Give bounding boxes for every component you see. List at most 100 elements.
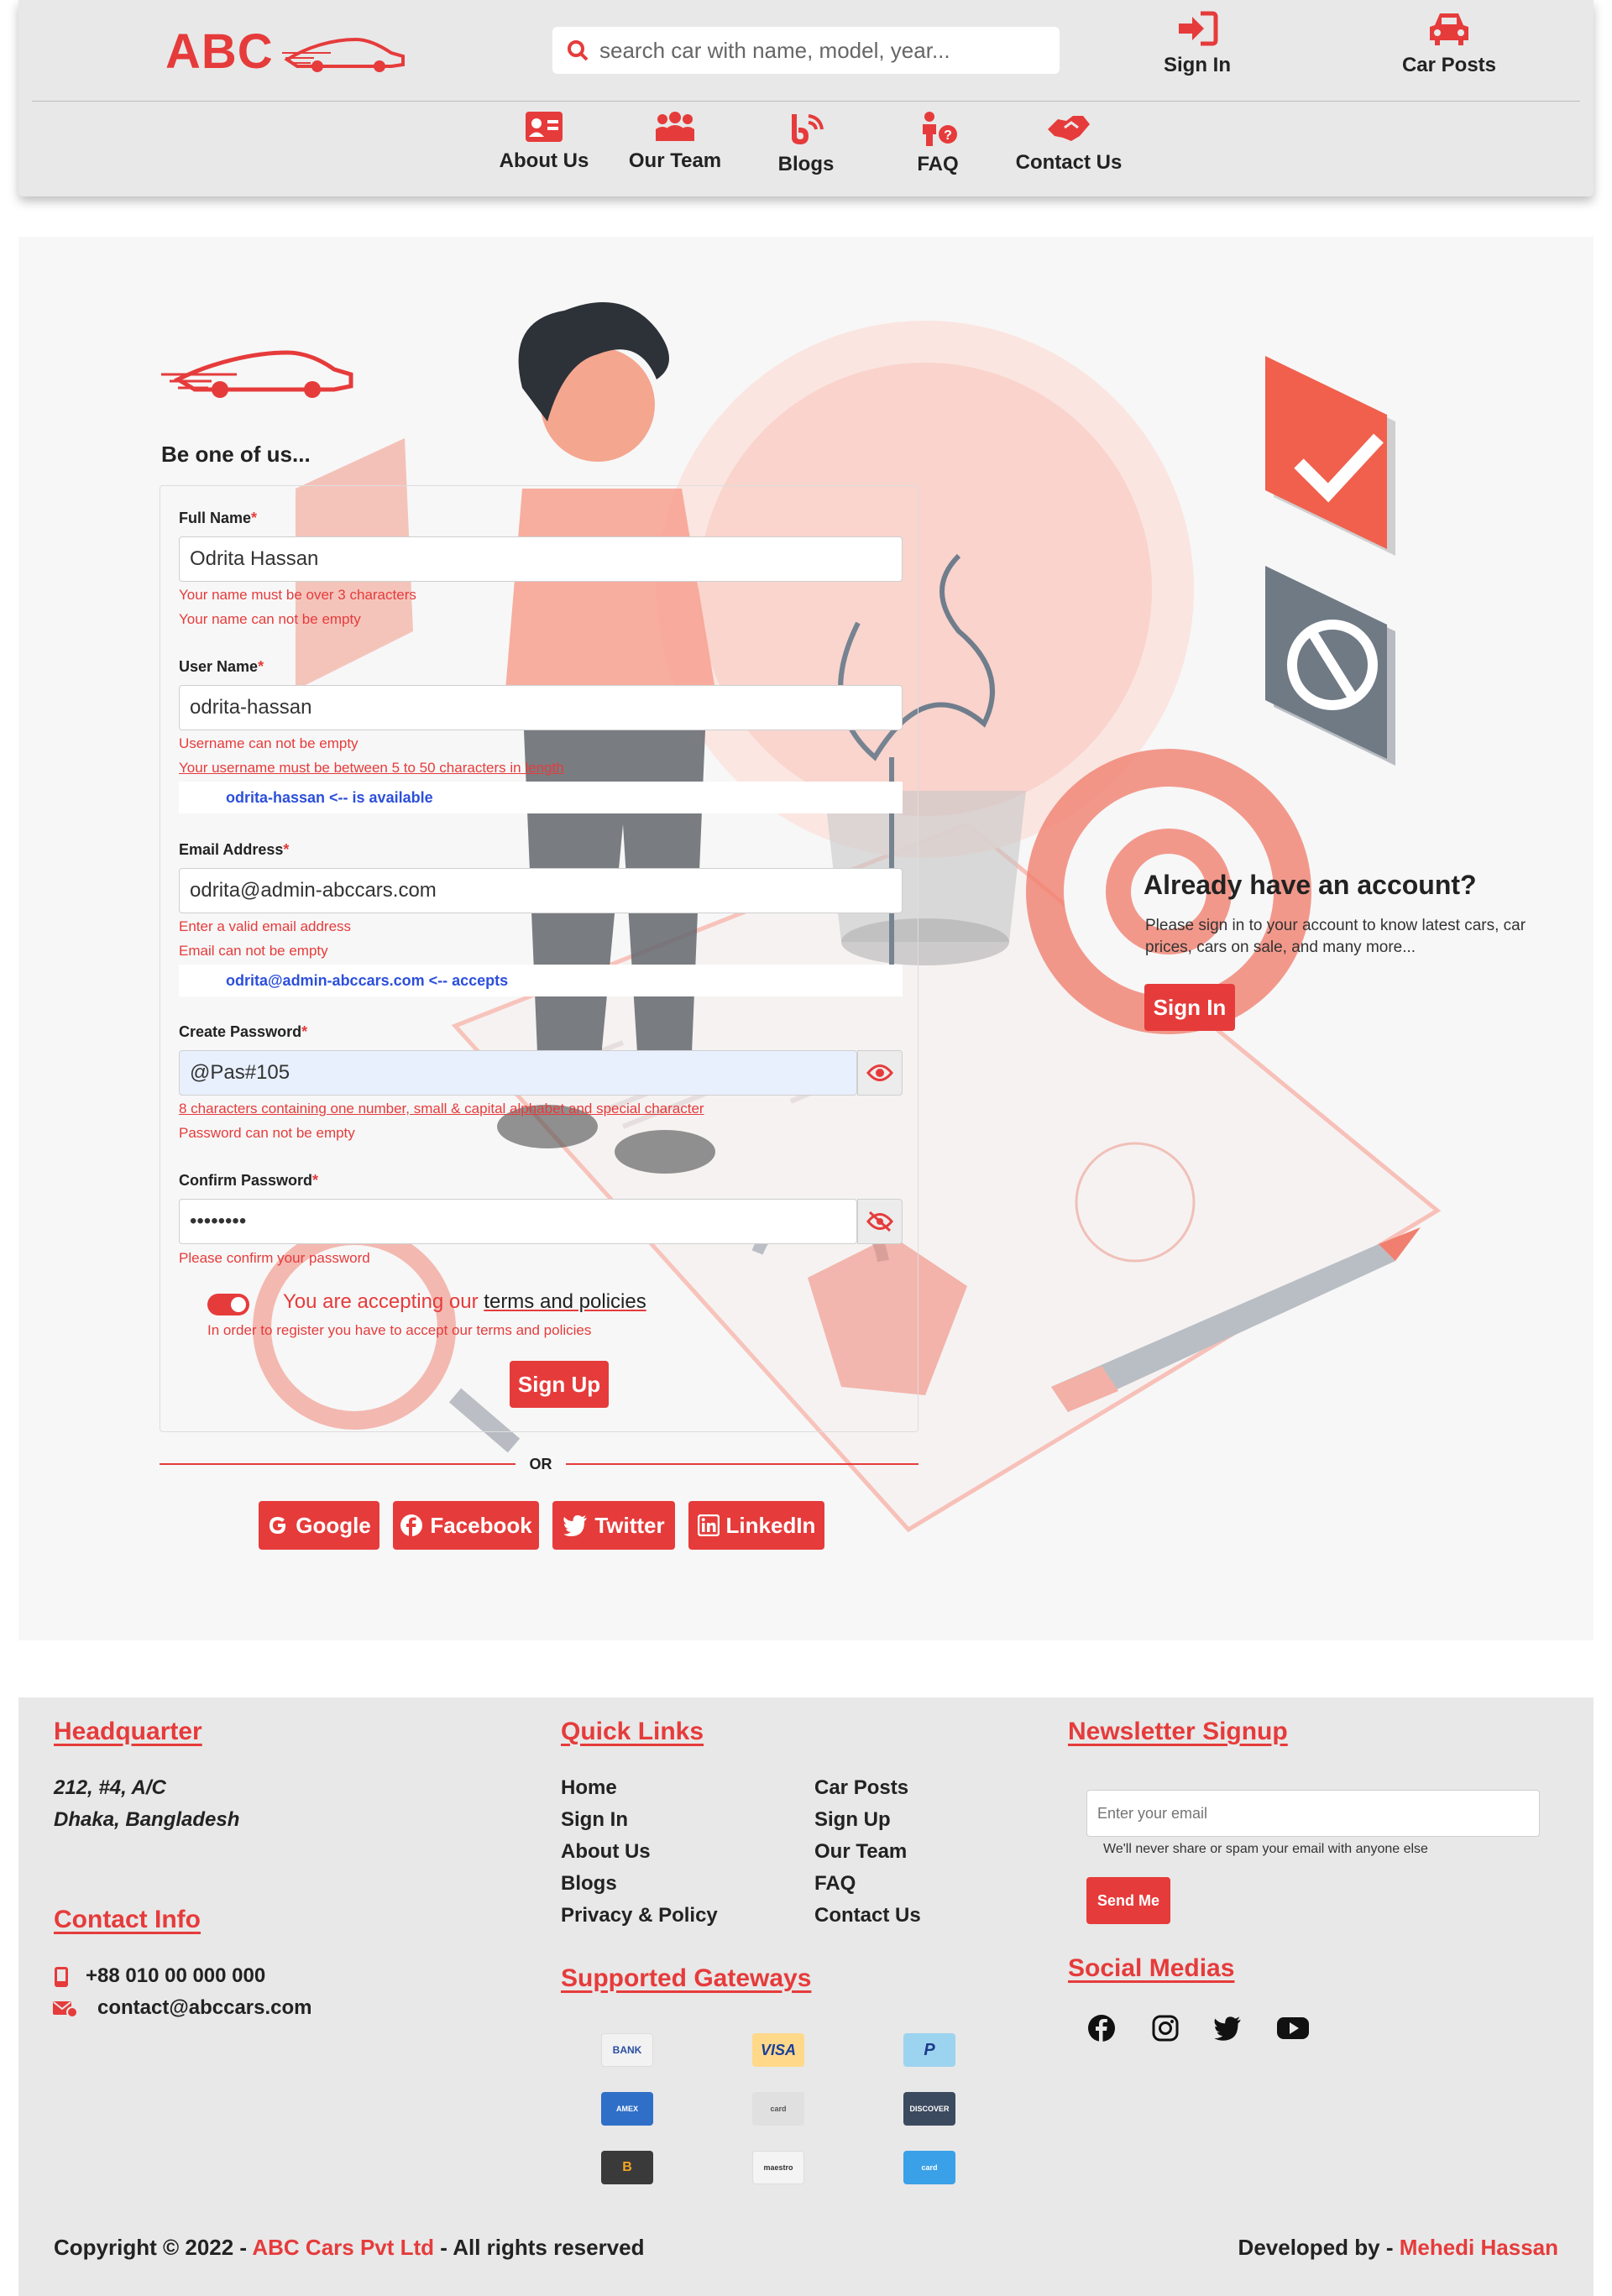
copyright: Copyright © 2022 - ABC Cars Pvt Ltd - Al… — [54, 2235, 645, 2260]
phone-icon — [55, 1967, 68, 1987]
card-payment-icon: card — [903, 2151, 955, 2184]
company-link[interactable]: ABC Cars Pvt Ltd — [252, 2235, 434, 2260]
car-illustration-icon — [161, 350, 353, 398]
visa-icon: VISA — [752, 2033, 804, 2067]
developer-link[interactable]: Mehedi Hassan — [1400, 2235, 1558, 2260]
sign-in-button[interactable]: Sign In — [1130, 10, 1264, 77]
confirm-password-field[interactable] — [179, 1199, 857, 1244]
developer-credit: Developed by - Mehedi Hassan — [1238, 2235, 1558, 2260]
hq-address-line: Dhaka, Bangladesh — [54, 1808, 240, 1831]
car-logo-icon — [281, 37, 405, 72]
amex-icon: AMEX — [601, 2092, 653, 2126]
send-me-button[interactable]: Send Me — [1086, 1877, 1170, 1924]
search-input[interactable] — [599, 37, 1053, 64]
password-error: Password can not be empty — [179, 1125, 355, 1141]
logo[interactable]: ABC — [165, 22, 406, 81]
nav-about-us[interactable]: About Us — [485, 111, 603, 173]
credit-card-icon: card — [752, 2092, 804, 2126]
site-header: ABC Sign In Car Posts About Us — [18, 0, 1594, 196]
car-posts-button[interactable]: Car Posts — [1382, 10, 1516, 77]
full-name-field[interactable] — [179, 536, 903, 582]
facebook-icon[interactable] — [1085, 2011, 1118, 2045]
newsletter-email-input[interactable] — [1086, 1790, 1540, 1837]
nav-our-team[interactable]: Our Team — [616, 111, 734, 173]
email-label: Email Address* — [179, 841, 290, 858]
user-name-error: Username can not be empty — [179, 735, 359, 751]
email-error: Email can not be empty — [179, 943, 328, 959]
user-name-label: User Name* — [179, 658, 264, 675]
quick-links-title: Quick Links — [561, 1718, 704, 1745]
terms-link[interactable]: terms and policies — [484, 1290, 646, 1313]
nav-label: About Us — [499, 149, 589, 172]
social-medias-title: Social Medias — [1068, 1954, 1235, 1982]
divider-line — [566, 1463, 919, 1465]
confirm-password-error: Please confirm your password — [179, 1250, 370, 1266]
user-name-field[interactable] — [179, 685, 903, 730]
search-icon[interactable] — [563, 35, 593, 65]
svg-text:?: ? — [944, 128, 952, 143]
bitcoin-icon: B — [601, 2151, 653, 2184]
email-field[interactable] — [179, 868, 903, 913]
footer-link-car-posts[interactable]: Car Posts — [814, 1776, 908, 1800]
nav-label: FAQ — [917, 153, 959, 175]
site-footer: Headquarter 212, #4, A/C Dhaka, Banglade… — [18, 1697, 1594, 2296]
footer-link-sign-up[interactable]: Sign Up — [814, 1808, 891, 1832]
footer-link-about-us[interactable]: About Us — [561, 1840, 651, 1864]
nav-label: Contact Us — [1015, 151, 1123, 174]
terms-toggle[interactable] — [207, 1294, 249, 1315]
footer-link-our-team[interactable]: Our Team — [814, 1840, 907, 1864]
discover-icon: DISCOVER — [903, 2092, 955, 2126]
email-icon — [53, 2001, 77, 2018]
contact-email[interactable]: contact@abccars.com — [97, 1996, 312, 2020]
maestro-icon: maestro — [752, 2151, 804, 2184]
newsletter-title: Newsletter Signup — [1068, 1718, 1288, 1745]
facebook-icon — [400, 1514, 423, 1536]
footer-link-home[interactable]: Home — [561, 1776, 617, 1800]
password-error: 8 characters containing one number, smal… — [179, 1101, 704, 1117]
linkedin-icon — [697, 1514, 720, 1536]
bank-transfer-icon: BANK — [601, 2033, 653, 2067]
footer-link-blogs[interactable]: Blogs — [561, 1872, 617, 1896]
nav-label: Our Team — [628, 149, 722, 172]
signup-form: Full Name* Your name must be over 3 char… — [160, 485, 919, 1432]
search-bar — [552, 27, 1060, 74]
footer-link-sign-in[interactable]: Sign In — [561, 1808, 628, 1832]
hq-address-line: 212, #4, A/C — [54, 1776, 166, 1799]
twitter-button[interactable]: Twitter — [552, 1501, 675, 1550]
sign-up-button[interactable]: Sign Up — [510, 1361, 609, 1408]
twitter-icon[interactable] — [1211, 2011, 1244, 2045]
handshake-icon — [1048, 116, 1090, 141]
google-button[interactable]: Google — [259, 1501, 379, 1550]
header-divider — [32, 101, 1580, 102]
terms-error: In order to register you have to accept … — [207, 1322, 592, 1338]
show-confirm-password-toggle[interactable] — [857, 1199, 903, 1244]
car-icon — [1430, 13, 1468, 45]
blog-icon — [792, 114, 824, 144]
headquarter-title: Headquarter — [54, 1718, 202, 1745]
linkedin-label: LinkedIn — [725, 1512, 816, 1538]
nav-blogs[interactable]: Blogs — [747, 111, 865, 176]
nav-contact-us[interactable]: Contact Us — [1010, 111, 1128, 175]
google-label: Google — [296, 1512, 371, 1538]
phone-number[interactable]: +88 010 00 000 000 — [86, 1964, 265, 1988]
logo-text: ABC — [165, 24, 274, 79]
youtube-icon[interactable] — [1276, 2011, 1310, 2045]
side-sign-in-button[interactable]: Sign In — [1144, 984, 1235, 1031]
linkedin-button[interactable]: LinkedIn — [688, 1501, 824, 1550]
signup-heading: Be one of us... — [161, 442, 311, 467]
facebook-button[interactable]: Facebook — [393, 1501, 539, 1550]
footer-link-contact-us[interactable]: Contact Us — [814, 1904, 921, 1927]
footer-link-privacy-policy[interactable]: Privacy & Policy — [561, 1904, 718, 1927]
footer-link-faq[interactable]: FAQ — [814, 1872, 856, 1896]
terms-text: You are accepting our terms and policies — [283, 1290, 646, 1313]
nav-faq[interactable]: ? FAQ — [879, 111, 997, 176]
sign-in-label: Sign In — [1164, 54, 1231, 76]
show-password-toggle[interactable] — [857, 1050, 903, 1096]
already-account-title: Already have an account? — [1144, 870, 1477, 900]
already-account-text: Please sign in to your account to know l… — [1145, 917, 1526, 956]
user-name-error: Your username must be between 5 to 50 ch… — [179, 760, 564, 776]
team-icon — [656, 112, 694, 141]
instagram-icon[interactable] — [1149, 2011, 1182, 2045]
password-field[interactable] — [179, 1050, 857, 1096]
gateways-title: Supported Gateways — [561, 1964, 812, 1992]
